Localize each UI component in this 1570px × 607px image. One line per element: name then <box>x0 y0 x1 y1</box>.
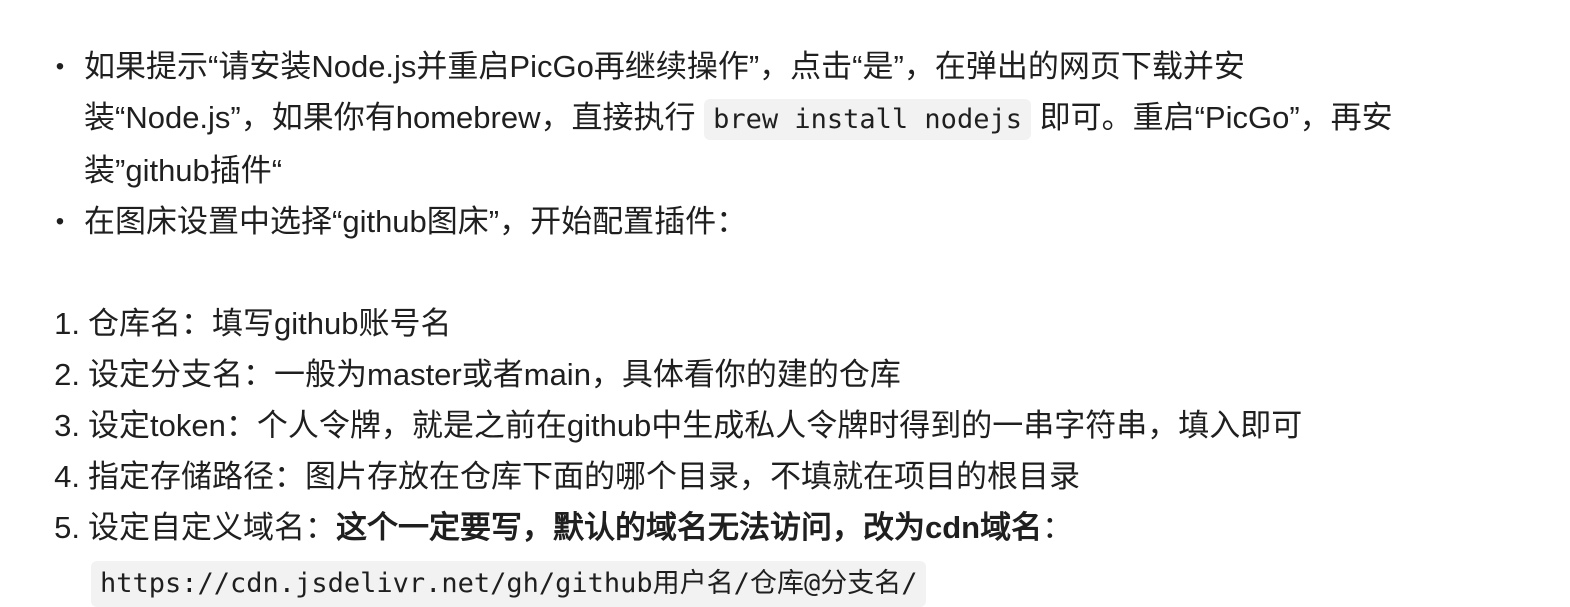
document-body: • 如果提示“请安装Node.js并重启PicGo再继续操作”，点击“是”，在弹… <box>0 41 1570 607</box>
list-item: • 在图床设置中选择“github图床”，开始配置插件： <box>0 196 1570 247</box>
step-text-tail: ： <box>1042 510 1074 545</box>
list-item: • 如果提示“请安装Node.js并重启PicGo再继续操作”，点击“是”，在弹… <box>0 41 1570 196</box>
step-text: 指定存储路径：图片存放在仓库下面的哪个目录，不填就在项目的根目录 <box>88 459 1080 494</box>
bullet-text: 在图床设置中选择“github图床”，开始配置插件： <box>84 204 748 239</box>
code-url: https://cdn.jsdelivr.net/gh/github用户名/仓库… <box>91 561 927 607</box>
list-item: 3. 设定token：个人令牌，就是之前在github中生成私人令牌时得到的一串… <box>0 400 1570 451</box>
list-item: 5. 设定自定义域名：这个一定要写，默认的域名无法访问，改为cdn域名： <box>0 502 1570 553</box>
list-item: 1. 仓库名：填写github账号名 <box>0 298 1570 349</box>
inline-code: brew install nodejs <box>704 99 1031 140</box>
step-bold-text: 这个一定要写，默认的域名无法访问，改为cdn域名 <box>336 510 1043 545</box>
step-text: 设定自定义域名： <box>88 510 336 545</box>
list-number: 4. <box>54 459 80 494</box>
step-text: 设定token：个人令牌，就是之前在github中生成私人令牌时得到的一串字符串… <box>88 408 1303 443</box>
step-text: 设定分支名：一般为master或者main，具体看你的建的仓库 <box>88 357 901 392</box>
bullet-list: • 如果提示“请安装Node.js并重启PicGo再继续操作”，点击“是”，在弹… <box>0 41 1570 247</box>
code-block: https://cdn.jsdelivr.net/gh/github用户名/仓库… <box>0 556 1570 607</box>
list-number: 1. <box>54 306 80 341</box>
list-item: 2. 设定分支名：一般为master或者main，具体看你的建的仓库 <box>0 349 1570 400</box>
list-number: 5. <box>54 510 80 545</box>
bullet-marker: • <box>55 53 65 80</box>
list-item: 4. 指定存储路径：图片存放在仓库下面的哪个目录，不填就在项目的根目录 <box>0 451 1570 502</box>
bullet-marker: • <box>55 208 65 235</box>
list-number: 2. <box>54 357 80 392</box>
step-text: 仓库名：填写github账号名 <box>88 306 452 341</box>
list-number: 3. <box>54 408 80 443</box>
numbered-list: 1. 仓库名：填写github账号名 2. 设定分支名：一般为master或者m… <box>0 298 1570 553</box>
